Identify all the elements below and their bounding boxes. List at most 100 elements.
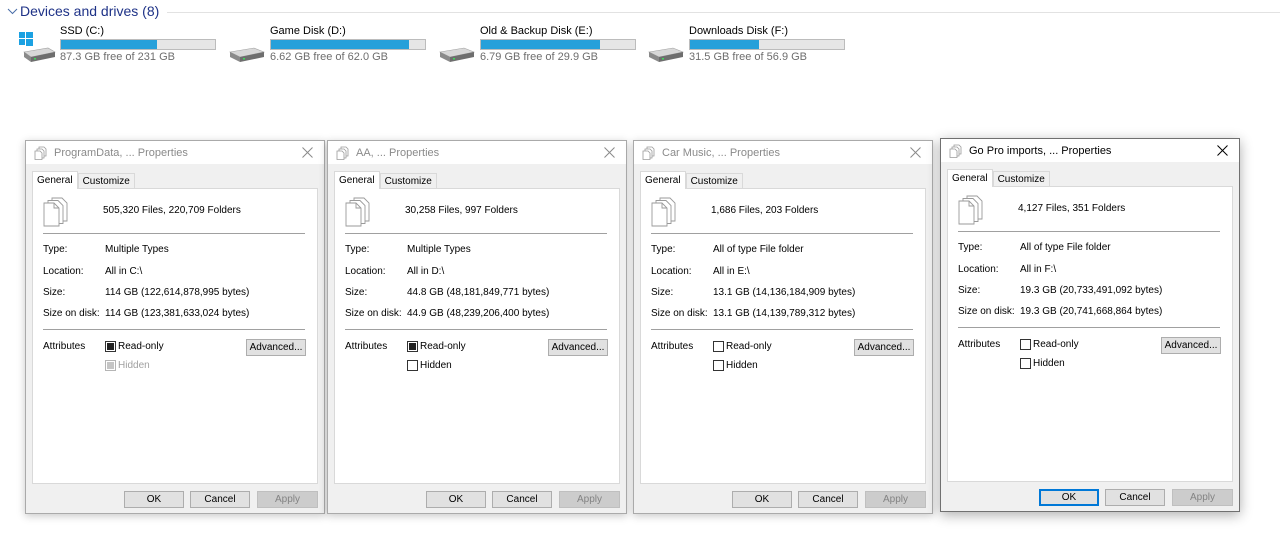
cancel-button[interactable]: Cancel: [1105, 489, 1165, 506]
checkbox-box[interactable]: [105, 341, 116, 352]
checkbox-box[interactable]: [407, 341, 418, 352]
hidden-label: Hidden: [118, 360, 150, 371]
checkbox-box[interactable]: [407, 360, 418, 371]
size-on-disk-row: Size on disk: 114 GB (123,381,633,024 byt…: [43, 308, 249, 319]
read-only-checkbox[interactable]: Read-only: [1020, 339, 1079, 350]
checkbox-box[interactable]: [1020, 358, 1031, 369]
read-only-checkbox[interactable]: Read-only: [105, 341, 164, 352]
cancel-button[interactable]: Cancel: [492, 491, 552, 508]
close-button[interactable]: [1205, 139, 1239, 162]
close-button[interactable]: [898, 141, 932, 164]
drive-item-d[interactable]: Game Disk (D:) 6.62 GB free of 62.0 GB: [228, 24, 438, 64]
hidden-label: Hidden: [1033, 358, 1065, 369]
size-row: Size: 44.8 GB (48,181,849,771 bytes): [345, 287, 549, 298]
devices-group-header[interactable]: Devices and drives (8): [6, 2, 1280, 20]
dialog-title: Go Pro imports, ... Properties: [969, 144, 1112, 157]
size-value: 114 GB (122,614,878,995 bytes): [105, 287, 250, 298]
drive-name: SSD (C:): [60, 25, 104, 37]
read-only-label: Read-only: [420, 341, 466, 352]
tab-customize[interactable]: Customize: [992, 171, 1050, 187]
chevron-down-icon[interactable]: [6, 5, 18, 17]
hidden-label: Hidden: [420, 360, 452, 371]
properties-dialog-aa[interactable]: AA, ... Properties General Customize 30,…: [327, 140, 627, 514]
advanced-button[interactable]: Advanced...: [854, 339, 914, 356]
checkbox-box[interactable]: [1020, 339, 1031, 350]
dialog-titlebar[interactable]: Go Pro imports, ... Properties: [941, 139, 1239, 162]
tab-general[interactable]: General: [334, 171, 380, 189]
ok-button[interactable]: OK: [426, 491, 486, 508]
drive-item-f[interactable]: Downloads Disk (F:) 31.5 GB free of 56.9…: [647, 24, 857, 64]
multiple-files-icon: [958, 195, 984, 225]
tab-customize[interactable]: Customize: [685, 173, 743, 189]
dialog-title: AA, ... Properties: [356, 146, 440, 159]
location-row: Location: All in D:\: [345, 266, 444, 277]
close-button[interactable]: [592, 141, 626, 164]
apply-button[interactable]: Apply: [1172, 489, 1233, 506]
read-only-checkbox[interactable]: Read-only: [407, 341, 466, 352]
drive-free-space: 6.79 GB free of 29.9 GB: [480, 51, 599, 63]
hard-drive-icon: [438, 32, 478, 64]
type-label: Type:: [958, 242, 983, 253]
read-only-label: Read-only: [118, 341, 164, 352]
advanced-button[interactable]: Advanced...: [1161, 337, 1221, 354]
multiple-files-icon: [642, 146, 656, 160]
hidden-checkbox[interactable]: Hidden: [713, 360, 758, 371]
dialog-titlebar[interactable]: AA, ... Properties: [328, 141, 626, 164]
drive-free-space: 31.5 GB free of 56.9 GB: [689, 51, 808, 63]
size-on-disk-row: Size on disk: 44.9 GB (48,239,206,400 byt…: [345, 308, 549, 319]
location-label: Location:: [958, 264, 999, 275]
divider: [651, 329, 913, 330]
type-row: Type: Multiple Types: [43, 244, 169, 255]
dialog-tabs: General Customize: [334, 171, 437, 189]
hidden-checkbox[interactable]: Hidden: [407, 360, 452, 371]
drive-item-e[interactable]: Old & Backup Disk (E:) 6.79 GB free of 2…: [438, 24, 648, 64]
read-only-checkbox[interactable]: Read-only: [713, 341, 772, 352]
hidden-checkbox[interactable]: Hidden: [1020, 358, 1065, 369]
dialog-tabs: General Customize: [32, 171, 135, 189]
size-on-disk-value: 114 GB (123,381,633,024 bytes): [105, 308, 250, 319]
multiple-files-icon: [651, 197, 677, 227]
properties-dialog-go-pro-imports[interactable]: Go Pro imports, ... Properties General C…: [940, 138, 1240, 512]
general-tab-panel: 505,320 Files, 220,709 Folders Type: Mult…: [32, 188, 318, 484]
ok-button[interactable]: OK: [732, 491, 792, 508]
tab-customize[interactable]: Customize: [77, 173, 135, 189]
cancel-button[interactable]: Cancel: [190, 491, 250, 508]
read-only-label: Read-only: [1033, 339, 1079, 350]
multiple-files-icon: [336, 146, 350, 160]
ok-button[interactable]: OK: [124, 491, 184, 508]
properties-dialog-programdata[interactable]: ProgramData, ... Properties General Cust…: [25, 140, 325, 514]
drive-name: Downloads Disk (F:): [689, 25, 789, 37]
apply-button[interactable]: Apply: [257, 491, 318, 508]
checkbox-box[interactable]: [713, 360, 724, 371]
drive-item-c[interactable]: SSD (C:) 87.3 GB free of 231 GB: [18, 24, 228, 64]
size-on-disk-label: Size on disk:: [651, 308, 708, 319]
properties-dialog-car-music[interactable]: Car Music, ... Properties General Custom…: [633, 140, 933, 514]
multiple-files-icon: [34, 146, 48, 160]
checkbox-box[interactable]: [713, 341, 724, 352]
close-button[interactable]: [290, 141, 324, 164]
size-label: Size:: [958, 285, 981, 296]
tab-general[interactable]: General: [640, 171, 686, 189]
tab-general[interactable]: General: [947, 169, 993, 187]
drive-free-space: 6.62 GB free of 62.0 GB: [270, 51, 389, 63]
cancel-button[interactable]: Cancel: [798, 491, 858, 508]
apply-button[interactable]: Apply: [559, 491, 620, 508]
ok-button[interactable]: OK: [1039, 489, 1099, 506]
dialog-titlebar[interactable]: Car Music, ... Properties: [634, 141, 932, 164]
location-row: Location: All in F:\: [958, 264, 1056, 275]
advanced-button[interactable]: Advanced...: [548, 339, 608, 356]
advanced-button[interactable]: Advanced...: [246, 339, 306, 356]
indeterminate-mark: [409, 343, 416, 350]
type-value: Multiple Types: [105, 244, 169, 255]
dialog-titlebar[interactable]: ProgramData, ... Properties: [26, 141, 324, 164]
type-label: Type:: [43, 244, 68, 255]
apply-button[interactable]: Apply: [865, 491, 926, 508]
divider: [651, 233, 913, 234]
tab-customize[interactable]: Customize: [379, 173, 437, 189]
group-divider: [167, 11, 1280, 13]
tab-general[interactable]: General: [32, 171, 78, 189]
size-on-disk-value: 13.1 GB (14,139,789,312 bytes): [713, 308, 856, 319]
type-row: Type: Multiple Types: [345, 244, 471, 255]
checkbox-box[interactable]: [105, 360, 116, 371]
close-icon: [603, 147, 615, 158]
